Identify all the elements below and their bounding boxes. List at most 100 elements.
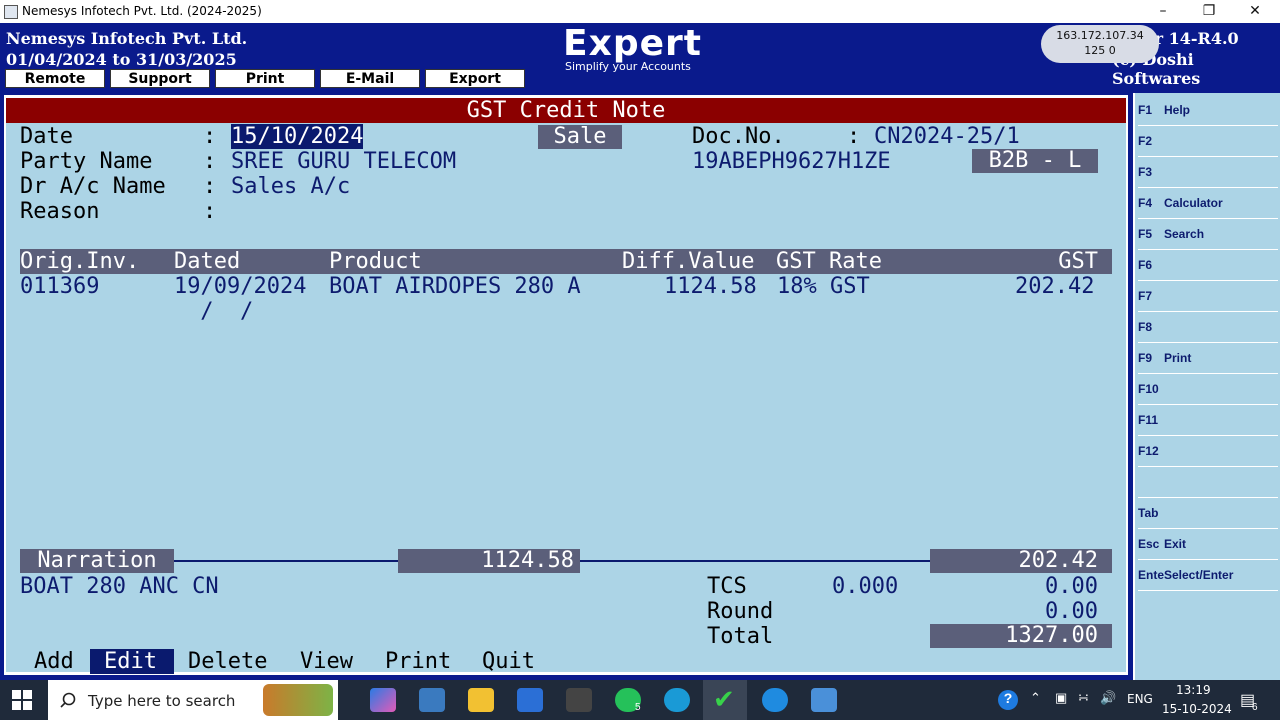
total-label: Total	[707, 624, 774, 649]
menu-add[interactable]: Add	[34, 649, 74, 674]
row-orig-inv[interactable]: 011369	[20, 274, 99, 299]
fkey-row[interactable]: F10	[1138, 374, 1278, 405]
restore-button[interactable]: ❐	[1186, 0, 1232, 23]
clock-time[interactable]: 13:19	[1176, 683, 1211, 697]
fkey-row[interactable]: F12	[1138, 436, 1278, 467]
expert-app-active[interactable]: ✔	[703, 680, 747, 720]
row-gst-rate[interactable]: 18% GST	[777, 274, 870, 299]
dr-account-colon: :	[203, 174, 217, 199]
fkey-key: F3	[1138, 165, 1153, 179]
vos-icon[interactable]	[566, 688, 592, 712]
date-label: Date	[20, 124, 73, 149]
col-dated: Dated	[174, 249, 241, 274]
fkey-row[interactable]	[1138, 467, 1278, 498]
fkey-action: Help	[1164, 103, 1191, 117]
window-title: Nemesys Infotech Pvt. Ltd. (2024-2025)	[22, 4, 262, 18]
fkey-key: F1	[1138, 103, 1153, 117]
help-icon[interactable]: ?	[998, 690, 1018, 710]
checkmark-icon: ✔	[713, 684, 735, 714]
copilot-icon[interactable]	[370, 688, 396, 712]
fkey-row[interactable]: F8	[1138, 312, 1278, 343]
menu-delete[interactable]: Delete	[188, 649, 267, 674]
fkey-action: Print	[1164, 351, 1192, 365]
language-indicator[interactable]: ENG	[1127, 692, 1153, 706]
wifi-icon[interactable]: ∺	[1078, 690, 1089, 706]
fkey-row[interactable]: F7	[1138, 281, 1278, 312]
print-button[interactable]: Print	[215, 69, 315, 88]
row2-dated[interactable]: / /	[187, 299, 253, 324]
col-gst: GST	[1058, 249, 1098, 274]
fkey-row[interactable]: F1 Help	[1138, 95, 1278, 126]
minimize-button[interactable]: –	[1140, 0, 1186, 23]
edge-icon[interactable]	[664, 688, 690, 712]
menu-print[interactable]: Print	[385, 649, 451, 674]
taskbar-search-box[interactable]: Type here to search	[48, 680, 338, 720]
reason-colon: :	[203, 199, 217, 224]
dr-account-field[interactable]: Sales A/c	[231, 174, 350, 199]
company-name: Nemesys Infotech Pvt. Ltd.	[6, 29, 248, 48]
email-button[interactable]: E-Mail	[320, 69, 420, 88]
fkey-key: F4	[1138, 196, 1153, 210]
fkey-row[interactable]: F9 Print	[1138, 343, 1278, 374]
row-product[interactable]: BOAT AIRDOPES 280 A	[329, 274, 581, 299]
fkey-row[interactable]: Tab	[1138, 498, 1278, 529]
close-button[interactable]: ✕	[1232, 0, 1278, 23]
menu-quit[interactable]: Quit	[482, 649, 535, 674]
windows-start-icon[interactable]	[12, 690, 32, 710]
fkey-action: Exit	[1164, 537, 1187, 551]
fkey-key: F12	[1138, 444, 1159, 458]
form-title: GST Credit Note	[6, 98, 1126, 123]
fkey-row[interactable]: F11	[1138, 405, 1278, 436]
skype-icon[interactable]	[762, 688, 788, 712]
docno-field[interactable]: CN2024-25/1	[874, 124, 1020, 149]
row-diff-value[interactable]: 1124.58	[664, 274, 757, 299]
date-field[interactable]: 15/10/2024	[231, 124, 364, 149]
network-icon[interactable]: ▣	[1055, 690, 1067, 706]
photos-icon[interactable]	[419, 688, 445, 712]
clock-date[interactable]: 15-10-2024	[1162, 702, 1232, 716]
party-name-field[interactable]: SREE GURU TELECOM	[231, 149, 456, 174]
tcs-value: 0.00	[1045, 574, 1098, 599]
fkey-key: F7	[1138, 289, 1153, 303]
narration-text[interactable]: BOAT 280 ANC CN	[20, 574, 219, 599]
store-icon[interactable]	[517, 688, 543, 712]
fkey-row[interactable]: Ente Select/Enter	[1138, 560, 1278, 591]
menu-edit[interactable]: Edit	[104, 649, 157, 674]
gst-total: 202.42	[930, 549, 1112, 573]
window-title-bar: Nemesys Infotech Pvt. Ltd. (2024-2025) –…	[0, 0, 1280, 23]
reason-field[interactable]	[231, 199, 631, 224]
volume-icon[interactable]: 🔊	[1100, 690, 1116, 706]
ip-badge: 163.172.107.34 125 0	[1041, 25, 1159, 63]
remote-button[interactable]: Remote	[5, 69, 105, 88]
row-dated[interactable]: 19/09/2024	[174, 274, 306, 299]
col-gst-rate: GST Rate	[776, 249, 882, 274]
fkey-key: F2	[1138, 134, 1153, 148]
fkey-key: F5	[1138, 227, 1153, 241]
fkey-row[interactable]: F5 Search	[1138, 219, 1278, 250]
fkey-row[interactable]: F2	[1138, 126, 1278, 157]
export-button[interactable]: Export	[425, 69, 525, 88]
search-placeholder: Type here to search	[88, 692, 236, 710]
voucher-type-badge: Sale	[538, 125, 622, 149]
search-icon	[60, 692, 76, 708]
squirrel-widget-icon	[263, 684, 333, 716]
row-gst[interactable]: 202.42	[1015, 274, 1094, 299]
fkey-row[interactable]: F4 Calculator	[1138, 188, 1278, 219]
fkey-key: F6	[1138, 258, 1153, 272]
fkey-row[interactable]: F3	[1138, 157, 1278, 188]
fkey-row[interactable]: Esc Exit	[1138, 529, 1278, 560]
fkey-row[interactable]: F6	[1138, 250, 1278, 281]
round-value[interactable]: 0.00	[930, 599, 1098, 624]
support-button[interactable]: Support	[110, 69, 210, 88]
calculator-icon[interactable]	[811, 688, 837, 712]
col-diff-value: Diff.Value	[622, 249, 755, 274]
fkey-action: Search	[1164, 227, 1205, 241]
menu-view[interactable]: View	[300, 649, 353, 674]
whatsapp-badge: 5	[635, 702, 641, 713]
chevron-up-icon[interactable]: ⌃	[1030, 690, 1041, 706]
col-product: Product	[329, 249, 422, 274]
file-explorer-icon[interactable]	[468, 688, 494, 712]
party-label: Party Name	[20, 149, 153, 174]
fkey-key: Tab	[1138, 506, 1159, 520]
tcs-rate[interactable]: 0.000	[832, 574, 898, 599]
